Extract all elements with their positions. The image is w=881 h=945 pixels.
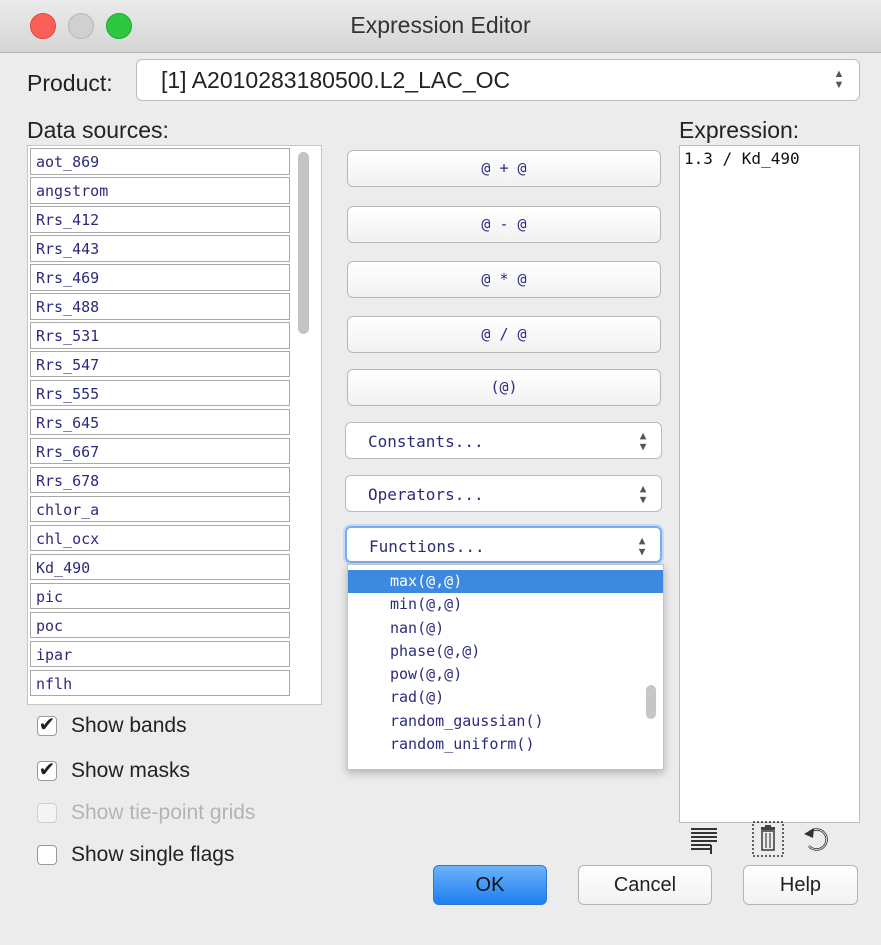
- data-source-item[interactable]: pic: [30, 582, 290, 610]
- data-sources-scrollbar[interactable]: [298, 152, 309, 334]
- data-source-item[interactable]: Rrs_488: [30, 292, 290, 320]
- show-tie-point-grids-checkbox: Show tie-point grids: [37, 801, 255, 825]
- constants-dropdown-label: Constants...: [368, 432, 484, 451]
- data-source-item[interactable]: Rrs_555: [30, 379, 290, 407]
- multiply-operator-button[interactable]: @ * @: [347, 261, 661, 298]
- functions-dropdown-label: Functions...: [369, 537, 485, 556]
- data-source-item[interactable]: nflh: [30, 669, 290, 697]
- trash-icon[interactable]: [752, 818, 784, 858]
- updown-arrows-icon: ▲ ▼: [833, 68, 845, 91]
- product-select[interactable]: [1] A2010283180500.L2_LAC_OC ▲ ▼: [136, 59, 860, 101]
- data-source-item[interactable]: poc: [30, 611, 290, 639]
- help-button[interactable]: Help: [743, 865, 858, 905]
- checkbox-label: Show bands: [71, 714, 187, 737]
- function-item[interactable]: min(@,@): [348, 593, 663, 616]
- history-icon[interactable]: [688, 818, 720, 858]
- data-source-item[interactable]: Rrs_469: [30, 263, 290, 291]
- function-item[interactable]: phase(@,@): [348, 640, 663, 663]
- data-sources-list[interactable]: aot_869 angstrom Rrs_412 Rrs_443 Rrs_469…: [27, 145, 322, 705]
- data-source-item[interactable]: chl_ocx: [30, 524, 290, 552]
- data-source-item[interactable]: Rrs_667: [30, 437, 290, 465]
- data-sources-label: Data sources:: [27, 117, 169, 143]
- data-source-item[interactable]: Rrs_678: [30, 466, 290, 494]
- data-source-item[interactable]: Rrs_531: [30, 321, 290, 349]
- expression-textarea[interactable]: 1.3 / Kd_490: [679, 145, 860, 823]
- expression-label: Expression:: [679, 117, 800, 143]
- checkbox-unchecked-icon[interactable]: [37, 845, 57, 865]
- data-source-item[interactable]: Kd_490: [30, 553, 290, 581]
- show-bands-checkbox[interactable]: ✔ Show bands: [37, 714, 187, 738]
- updown-arrows-icon: ▲ ▼: [638, 534, 646, 558]
- ok-button[interactable]: OK: [433, 865, 547, 905]
- updown-arrows-icon: ▲ ▼: [639, 482, 647, 506]
- cancel-button[interactable]: Cancel: [578, 865, 712, 905]
- expression-text: 1.3 / Kd_490: [684, 149, 800, 168]
- undo-icon[interactable]: [800, 818, 832, 858]
- function-item[interactable]: random_uniform(): [348, 733, 663, 756]
- functions-popup-list[interactable]: max(@,@) min(@,@) nan(@) phase(@,@) pow(…: [347, 564, 664, 770]
- checkbox-label: Show tie-point grids: [71, 801, 256, 824]
- operators-dropdown-label: Operators...: [368, 485, 484, 504]
- checkbox-unchecked-icon: [37, 803, 57, 823]
- function-item-selected[interactable]: max(@,@): [348, 570, 663, 594]
- add-operator-button[interactable]: @ + @: [347, 150, 661, 187]
- data-source-item[interactable]: Rrs_443: [30, 234, 290, 262]
- product-value: [1] A2010283180500.L2_LAC_OC: [161, 67, 511, 93]
- data-source-item[interactable]: Rrs_645: [30, 408, 290, 436]
- checkbox-label: Show single flags: [71, 843, 235, 866]
- product-label: Product:: [27, 70, 113, 96]
- subtract-operator-button[interactable]: @ - @: [347, 206, 661, 243]
- show-single-flags-checkbox[interactable]: Show single flags: [37, 843, 234, 867]
- checkbox-checked-icon[interactable]: ✔: [37, 715, 57, 736]
- checkbox-label: Show masks: [71, 759, 191, 782]
- data-source-item[interactable]: ipar: [30, 640, 290, 668]
- data-source-item[interactable]: angstrom: [30, 176, 290, 204]
- functions-popup-scrollbar[interactable]: [646, 685, 656, 719]
- show-masks-checkbox[interactable]: ✔ Show masks: [37, 759, 190, 783]
- data-source-item[interactable]: aot_869: [30, 148, 290, 175]
- data-source-item[interactable]: Rrs_547: [30, 350, 290, 378]
- constants-dropdown[interactable]: Constants... ▲ ▼: [345, 422, 662, 459]
- function-item[interactable]: nan(@): [348, 617, 663, 640]
- updown-arrows-icon: ▲ ▼: [639, 429, 647, 453]
- parentheses-button[interactable]: (@): [347, 369, 661, 406]
- functions-dropdown[interactable]: Functions... ▲ ▼: [345, 526, 662, 563]
- data-source-item[interactable]: Rrs_412: [30, 205, 290, 233]
- window-title: Expression Editor: [350, 12, 531, 38]
- checkbox-checked-icon[interactable]: ✔: [37, 760, 57, 781]
- operators-dropdown[interactable]: Operators... ▲ ▼: [345, 475, 662, 512]
- divide-operator-button[interactable]: @ / @: [347, 316, 661, 353]
- data-source-item[interactable]: chlor_a: [30, 495, 290, 523]
- function-item[interactable]: pow(@,@): [348, 663, 663, 686]
- title-bar: Expression Editor: [0, 0, 881, 53]
- function-item[interactable]: rad(@): [348, 686, 663, 709]
- function-item[interactable]: random_gaussian(): [348, 710, 663, 733]
